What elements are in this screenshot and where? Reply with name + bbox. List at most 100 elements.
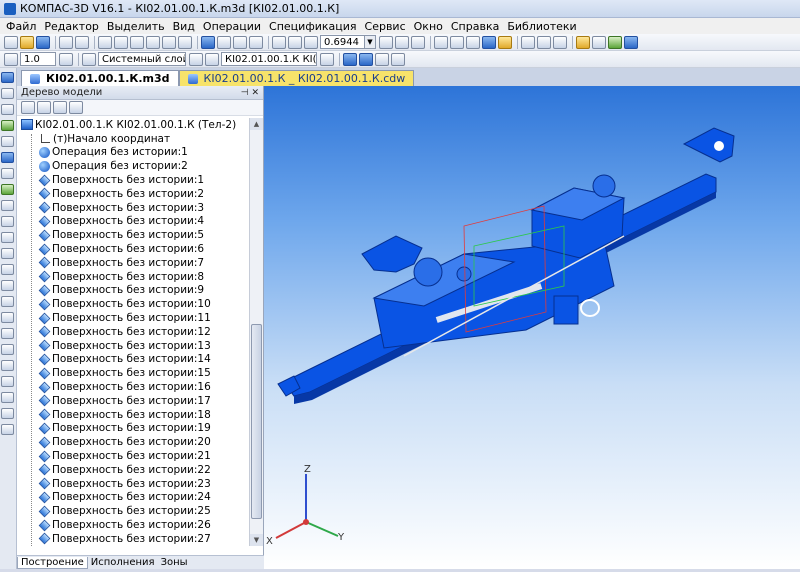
preview-icon[interactable]	[75, 35, 89, 49]
chamfer-tool-icon[interactable]	[1, 360, 14, 371]
tree-item[interactable]: Поверхность без истории:21	[17, 449, 249, 463]
tree-item[interactable]: Поверхность без истории:9	[17, 284, 249, 298]
shaded-edges-icon[interactable]	[498, 35, 512, 49]
tree-item[interactable]: Поверхность без истории:1	[17, 173, 249, 187]
undo-icon[interactable]	[162, 35, 176, 49]
tab-zones[interactable]: Зоны	[158, 557, 191, 568]
redo-icon[interactable]	[178, 35, 192, 49]
model-viewport[interactable]: Z X Y	[264, 86, 800, 569]
part-dropdown-icon[interactable]	[320, 52, 334, 66]
hidden-lines-icon[interactable]	[450, 35, 464, 49]
scroll-down-icon[interactable]: ▼	[250, 534, 263, 546]
move-view-icon[interactable]	[411, 35, 425, 49]
menu-view[interactable]: Вид	[169, 20, 199, 33]
scroll-up-icon[interactable]: ▲	[250, 118, 263, 130]
tree-item[interactable]: Поверхность без истории:14	[17, 353, 249, 367]
rotate-icon[interactable]	[379, 35, 393, 49]
tree-item[interactable]: Поверхность без истории:7	[17, 256, 249, 270]
surfaces-tool-icon[interactable]	[1, 136, 14, 147]
zoom-window-icon[interactable]	[288, 35, 302, 49]
tree-item[interactable]: Поверхность без истории:19	[17, 422, 249, 436]
variables-icon[interactable]	[217, 35, 231, 49]
filter-icon[interactable]	[537, 35, 551, 49]
zoom-combo[interactable]: 0.6944 ▼	[320, 35, 376, 49]
menu-specification[interactable]: Спецификация	[265, 20, 360, 33]
mirror-tool-icon[interactable]	[1, 376, 14, 387]
sketch-tool-icon[interactable]	[1, 152, 14, 163]
filter-tool-icon[interactable]	[1, 184, 14, 195]
tree-item[interactable]: Поверхность без истории:16	[17, 380, 249, 394]
tree-item[interactable]: Поверхность без истории:18	[17, 408, 249, 422]
section-icon[interactable]	[576, 35, 590, 49]
zoom-out-icon[interactable]	[304, 35, 318, 49]
tree-item[interactable]: Поверхность без истории:5	[17, 228, 249, 242]
tree-item[interactable]: Поверхность без истории:4	[17, 215, 249, 229]
tree-item[interactable]: Поверхность без истории:13	[17, 339, 249, 353]
tree-item[interactable]: Поверхность без истории:17	[17, 394, 249, 408]
tree-item[interactable]: Поверхность без истории:2	[17, 187, 249, 201]
tree-item[interactable]: Поверхность без истории:12	[17, 325, 249, 339]
tree-item[interactable]: Поверхность без истории:3	[17, 201, 249, 215]
open-file-icon[interactable]	[20, 35, 34, 49]
display-icon[interactable]	[592, 35, 606, 49]
redraw-icon[interactable]	[249, 35, 263, 49]
pin-icon[interactable]: ⊣ ✕	[241, 88, 259, 98]
measure-tool-icon[interactable]	[1, 168, 14, 179]
step-dropdown-icon[interactable]	[59, 52, 73, 66]
tree-item[interactable]: Поверхность без истории:22	[17, 463, 249, 477]
material-icon[interactable]	[343, 52, 357, 66]
function-icon[interactable]	[233, 35, 247, 49]
part-combo[interactable]: КІ02.01.00.1.К КІ(	[221, 52, 317, 66]
tree-root[interactable]: КІ02.01.00.1.К КІ02.01.00.1.К (Тел-2)	[17, 118, 249, 132]
menu-edit[interactable]: Редактор	[40, 20, 103, 33]
tree-item[interactable]: Поверхность без истории:25	[17, 504, 249, 518]
tab-construction[interactable]: Построение	[17, 556, 88, 569]
tab-model[interactable]: КІ02.01.00.1.К.m3d	[21, 70, 179, 86]
paste-icon[interactable]	[130, 35, 144, 49]
cut-icon[interactable]	[98, 35, 112, 49]
tree-item[interactable]: Поверхность без истории:27	[17, 532, 249, 546]
report-tool-icon[interactable]	[1, 232, 14, 243]
layer-combo[interactable]: Системный слой▼	[98, 52, 186, 66]
tree-item[interactable]: Операция без истории:2	[17, 159, 249, 173]
print-icon[interactable]	[59, 35, 73, 49]
tree-item[interactable]: Поверхность без истории:6	[17, 242, 249, 256]
wireframe-icon[interactable]	[434, 35, 448, 49]
tree-item[interactable]: (т)Начало координат	[17, 132, 249, 146]
tree-item[interactable]: Поверхность без истории:20	[17, 435, 249, 449]
menu-file[interactable]: Файл	[2, 20, 40, 33]
zoom-in-icon[interactable]	[272, 35, 286, 49]
help-icon[interactable]	[624, 35, 638, 49]
cut-tool-icon[interactable]	[1, 296, 14, 307]
weld-tool-icon[interactable]	[1, 424, 14, 435]
spec-tool-icon[interactable]	[1, 216, 14, 227]
orientation2-icon[interactable]	[391, 52, 405, 66]
thread-tool-icon[interactable]	[1, 392, 14, 403]
style-icon[interactable]	[375, 52, 389, 66]
hole-tool-icon[interactable]	[1, 280, 14, 291]
save-icon[interactable]	[36, 35, 50, 49]
tree-item[interactable]: Поверхность без истории:26	[17, 518, 249, 532]
orientation-icon[interactable]	[395, 35, 409, 49]
tab-drawing[interactable]: КІ02.01.00.1.К _ КІ02.01.00.1.К.cdw	[178, 70, 415, 86]
tab-versions[interactable]: Исполнения	[88, 557, 158, 568]
sheet-tool-icon[interactable]	[1, 200, 14, 211]
menu-help[interactable]: Справка	[447, 20, 503, 33]
tree-structure-icon[interactable]	[37, 101, 51, 114]
fillet-tool-icon[interactable]	[1, 344, 14, 355]
menu-libraries[interactable]: Библиотеки	[503, 20, 580, 33]
new-file-icon[interactable]	[4, 35, 18, 49]
library-icon[interactable]	[608, 35, 622, 49]
tree-item[interactable]: Поверхность без истории:10	[17, 297, 249, 311]
edit-tool-icon[interactable]	[1, 88, 14, 99]
thin-lines-icon[interactable]	[466, 35, 480, 49]
chevron-down-icon[interactable]: ▼	[364, 36, 375, 48]
properties-icon[interactable]	[146, 35, 160, 49]
manager-icon[interactable]	[201, 35, 215, 49]
scroll-thumb[interactable]	[251, 324, 262, 519]
pipe-tool-icon[interactable]	[1, 408, 14, 419]
auxiliary-tool-icon[interactable]	[1, 120, 14, 131]
tree-props-icon[interactable]	[69, 101, 83, 114]
rib-tool-icon[interactable]	[1, 312, 14, 323]
tree-item[interactable]: Операция без истории:1	[17, 146, 249, 160]
